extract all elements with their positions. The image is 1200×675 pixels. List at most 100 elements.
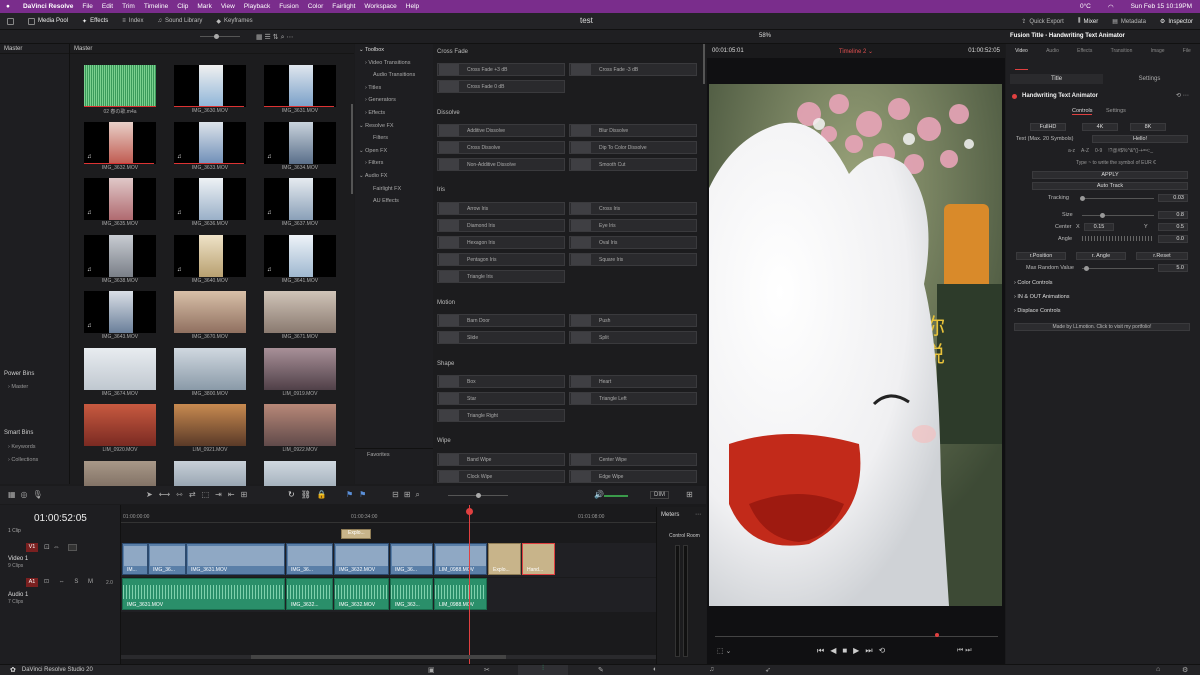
meters-options-icon[interactable]: ⋯ — [695, 511, 701, 518]
center-x-value[interactable]: 0.15 — [1084, 223, 1114, 231]
video-clip-1[interactable]: IM... — [122, 543, 148, 575]
subtab-title[interactable]: Title — [1010, 74, 1103, 84]
menu-playback[interactable]: Playback — [244, 3, 270, 10]
effect-options-icon[interactable]: ⟲ ⋯ — [1176, 92, 1189, 99]
fx-generators[interactable]: › Generators — [355, 94, 433, 107]
angle-value[interactable]: 0.0 — [1158, 235, 1188, 243]
fx-oval-iris[interactable]: Oval Iris — [569, 236, 697, 249]
menu-workspace[interactable]: Workspace — [364, 3, 396, 10]
inspector-button[interactable]: ⚙ Inspector — [1153, 13, 1200, 30]
fx-cross-dissolve[interactable]: Cross Dissolve — [437, 141, 565, 154]
playhead-handle[interactable] — [466, 508, 473, 515]
expand-icon[interactable] — [0, 13, 21, 30]
media-clip[interactable]: ♫ IMG_3641.MOV — [264, 234, 336, 287]
video-clip-4[interactable]: IMG_36... — [286, 543, 333, 575]
fx-cross-fade-plus3[interactable]: Cross Fade +3 dB — [437, 63, 565, 76]
video-clip-6[interactable]: IMG_36... — [390, 543, 433, 575]
v1-track-controls[interactable]: ⊡⇔ — [44, 543, 63, 551]
tracking-value[interactable]: 0.03 — [1158, 194, 1188, 202]
audio-clip-5[interactable]: LIM_0988.MOV — [434, 578, 487, 610]
smart-bin-keywords[interactable]: › Keywords — [8, 444, 36, 450]
fx-video-transitions[interactable]: › Video Transitions — [355, 57, 433, 70]
media-clip[interactable]: IMG_3671.MOV — [264, 291, 336, 343]
tab-file[interactable]: File — [1183, 48, 1191, 70]
media-clip[interactable]: LIM_0920.MOV — [84, 404, 156, 456]
flag-marker-icons[interactable]: ⚑⚑ — [346, 490, 372, 499]
fx-star[interactable]: Star — [437, 392, 565, 405]
fx-resolve-filters[interactable]: Filters — [355, 132, 433, 145]
media-clip[interactable]: ♫ IMG_3634.MOV — [264, 121, 336, 174]
audio1-name[interactable]: Audio 1 — [8, 592, 28, 598]
media-clip[interactable]: ♫ IMG_3635.MOV — [84, 178, 156, 230]
thumb-size-slider[interactable] — [200, 36, 240, 37]
size-value[interactable]: 0.8 — [1158, 211, 1188, 219]
menu-edit[interactable]: Edit — [102, 3, 113, 10]
center-y-value[interactable]: 0.5 — [1158, 223, 1188, 231]
effect-enable-toggle[interactable] — [1012, 94, 1017, 99]
fx-triangle-right[interactable]: Triangle Right — [437, 409, 565, 422]
fx-effects[interactable]: › Effects — [355, 107, 433, 120]
fx-resolve-fx[interactable]: ⌄ Resolve FX — [355, 120, 433, 133]
index-button[interactable]: ≡ Index — [115, 13, 150, 30]
8k-button[interactable]: 8K — [1130, 123, 1166, 131]
wifi-icon[interactable]: ◠ — [1108, 3, 1114, 11]
menu-view[interactable]: View — [221, 3, 235, 10]
video-clip-2[interactable]: IMG_36... — [148, 543, 186, 575]
menu-fusion[interactable]: Fusion — [279, 3, 299, 10]
timeline-zoom-knob[interactable] — [476, 493, 481, 498]
audio-clip-2[interactable]: IMG_3632... — [286, 578, 333, 610]
viewer-scrubber[interactable] — [715, 636, 998, 637]
effects-button[interactable]: ✦ Effects — [75, 13, 115, 30]
timeline-timecode[interactable]: 01:00:52:05 — [34, 513, 87, 524]
section-dissolve[interactable]: Dissolve — [437, 110, 460, 116]
edit-tools-icons[interactable]: ➤⟷⇿⇄⬚⇥⇤⊞ — [146, 490, 253, 499]
fx-triangle-iris[interactable]: Triangle Iris — [437, 270, 565, 283]
ctrl-tab-controls[interactable]: Controls — [1072, 108, 1093, 115]
media-clip[interactable]: ♫ IMG_3632.MOV — [84, 121, 156, 174]
fx-additive-dissolve[interactable]: Additive Dissolve — [437, 124, 565, 137]
fx-cross-iris[interactable]: Cross Iris — [569, 202, 697, 215]
reset-position-button[interactable]: r.Position — [1016, 252, 1066, 260]
snap-link-icons[interactable]: ↻⛓🔒 — [288, 490, 333, 499]
page-cut-icon[interactable]: ✂ — [484, 666, 490, 674]
fx-square-iris[interactable]: Square Iris — [569, 253, 697, 266]
fx-cross-fade-minus3[interactable]: Cross Fade -3 dB — [569, 63, 697, 76]
smart-bin-collections[interactable]: › Collections — [8, 457, 38, 463]
fx-smooth-cut[interactable]: Smooth Cut — [569, 158, 697, 171]
timeline-hscroll[interactable] — [121, 655, 656, 659]
settings-gear-icon[interactable]: ⚙ — [1182, 666, 1188, 674]
media-pool-button[interactable]: Media Pool — [21, 13, 75, 30]
v1-track-button[interactable]: V1 — [26, 543, 38, 552]
max-random-knob[interactable] — [1084, 266, 1089, 271]
section-wipe[interactable]: Wipe — [437, 438, 451, 444]
color-controls-section[interactable]: › Color Controls — [1014, 280, 1053, 286]
tracking-knob[interactable] — [1080, 196, 1085, 201]
max-random-slider[interactable] — [1082, 268, 1154, 269]
timeline-playhead[interactable] — [469, 505, 470, 664]
tab-image[interactable]: Image — [1151, 48, 1165, 70]
section-cross-fade[interactable]: Cross Fade — [437, 49, 468, 55]
section-shape[interactable]: Shape — [437, 361, 454, 367]
charset-upper[interactable]: A-Z — [1081, 148, 1089, 154]
fx-clock-wipe[interactable]: Clock Wipe — [437, 470, 565, 483]
fx-triangle-left[interactable]: Triangle Left — [569, 392, 697, 405]
fx-scrollbar[interactable] — [703, 44, 705, 84]
fx-audio-transitions[interactable]: Audio Transitions — [355, 69, 433, 82]
quick-export-button[interactable]: ⇪ Quick Export — [1014, 13, 1070, 30]
menu-timeline[interactable]: Timeline — [144, 3, 168, 10]
media-clip[interactable]: IMG_3670.MOV — [174, 291, 246, 343]
menu-mark[interactable]: Mark — [197, 3, 211, 10]
timeline-options-icon[interactable]: ⊞ — [686, 490, 693, 499]
bins-master-header[interactable]: Master — [0, 44, 69, 54]
media-clip[interactable]: LIM_0922.MOV — [264, 404, 336, 456]
menu-trim[interactable]: Trim — [122, 3, 135, 10]
app-menu[interactable]: DaVinci Resolve — [23, 3, 73, 10]
charset-symbols[interactable]: !?@#$%^&*()-+=<:_ — [1108, 148, 1153, 154]
dim-button[interactable]: DIM — [650, 491, 669, 499]
fx-band-wipe[interactable]: Band Wipe — [437, 453, 565, 466]
a1-track-controls[interactable]: ⊡ ⇔ S M — [44, 578, 97, 585]
section-motion[interactable]: Motion — [437, 300, 455, 306]
fx-toolbox[interactable]: ⌄ Toolbox — [355, 44, 433, 57]
fx-slide[interactable]: Slide — [437, 331, 565, 344]
media-clip[interactable]: ♫ IMG_3636.MOV — [174, 178, 246, 230]
